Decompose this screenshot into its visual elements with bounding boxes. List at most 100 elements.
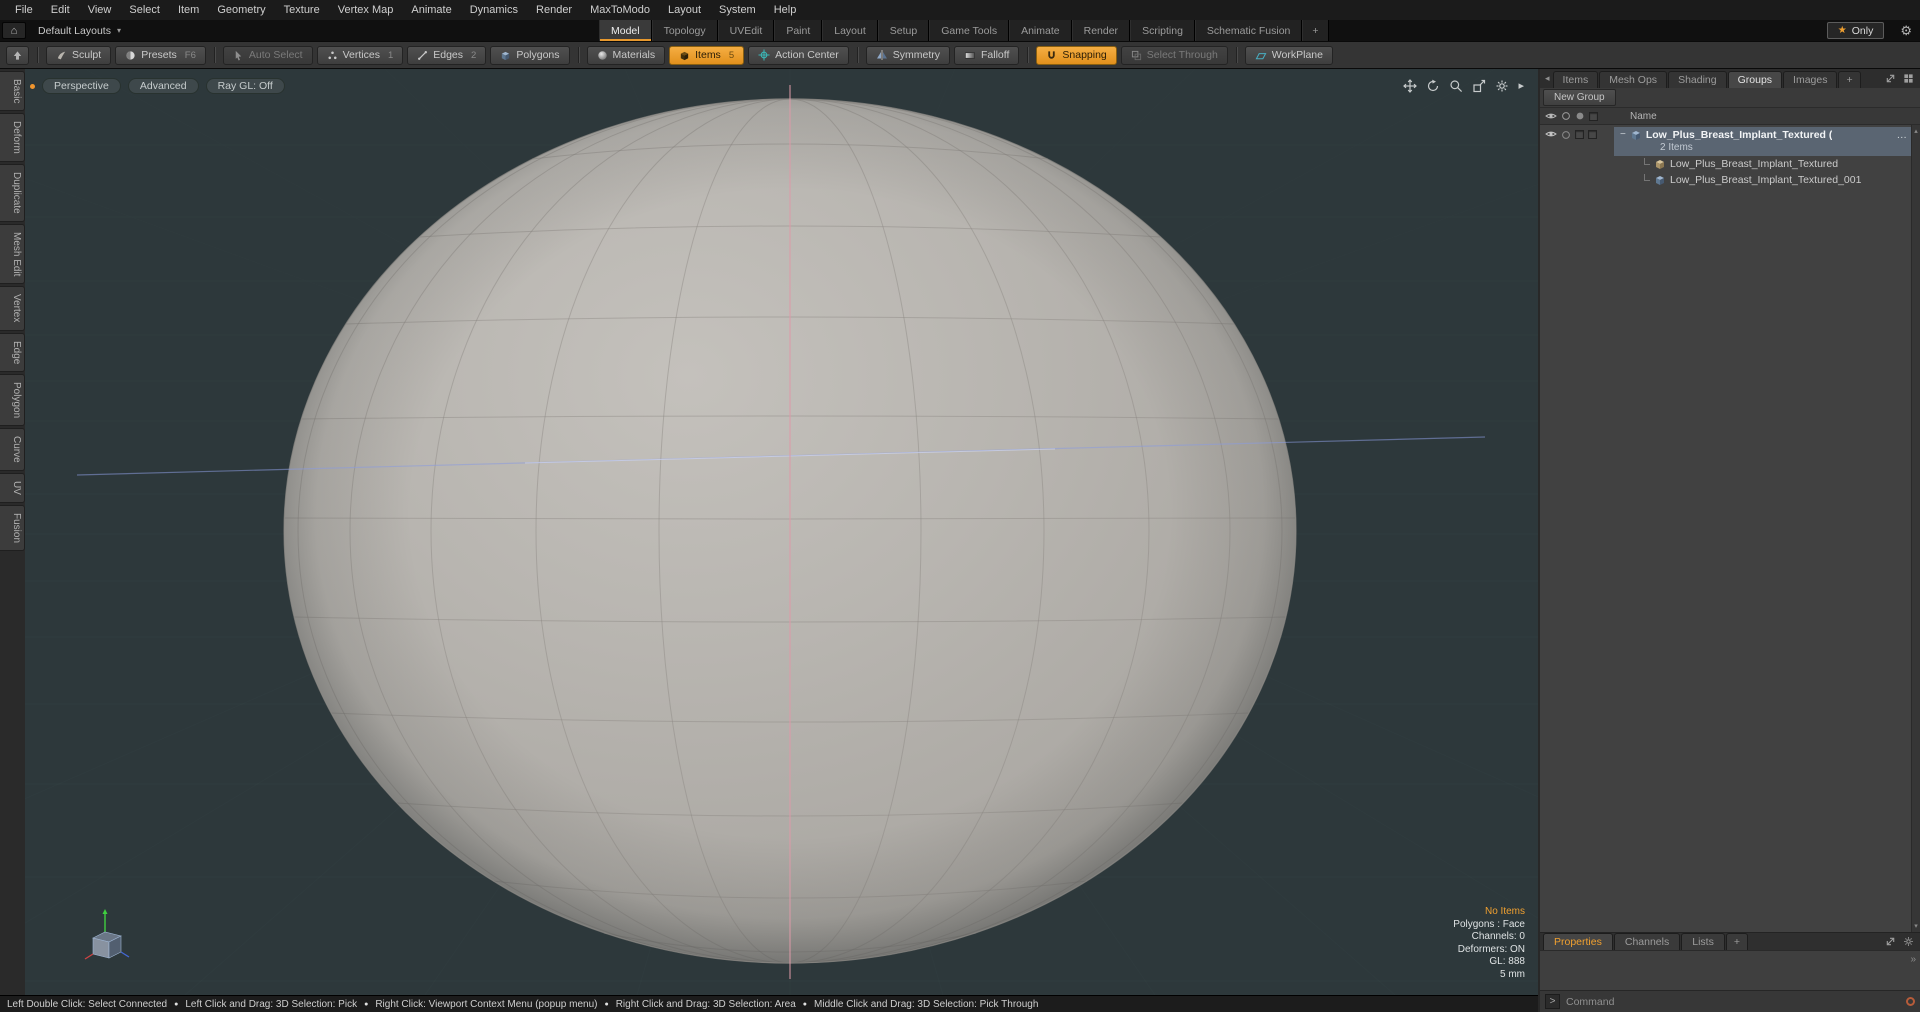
- layouts-dropdown[interactable]: Default Layouts ▾: [28, 20, 131, 41]
- tab-groups[interactable]: Groups: [1727, 71, 1783, 88]
- command-prompt-button[interactable]: >: [1545, 994, 1560, 1009]
- collapse-branch-icon[interactable]: −: [1620, 130, 1626, 140]
- lock-toggle-icon[interactable]: [1575, 111, 1585, 121]
- menu-system[interactable]: System: [710, 2, 765, 18]
- auto-select-button[interactable]: Auto Select: [222, 45, 313, 65]
- tool-tab-edge[interactable]: Edge: [0, 332, 25, 373]
- menu-texture[interactable]: Texture: [275, 2, 329, 18]
- render-toggle-icon[interactable]: [1561, 130, 1571, 140]
- toggle-checkbox[interactable]: [1588, 130, 1597, 139]
- palette-popup-button[interactable]: [6, 45, 29, 65]
- viewport-state-dot-icon[interactable]: [30, 83, 35, 89]
- tool-tab-curve[interactable]: Curve: [0, 428, 25, 471]
- tab-items[interactable]: Items: [1552, 71, 1599, 88]
- menu-maxtomodo[interactable]: MaxToModo: [581, 2, 659, 18]
- presets-button[interactable]: Presets F6: [115, 45, 206, 65]
- symmetry-button[interactable]: Symmetry: [865, 45, 950, 65]
- orbit-icon[interactable]: [1426, 79, 1440, 93]
- edges-mode-button[interactable]: Edges 2: [407, 45, 487, 65]
- vertices-mode-button[interactable]: Vertices 1: [316, 45, 404, 65]
- layout-tab-model[interactable]: Model: [598, 20, 652, 41]
- layout-tab-scripting[interactable]: Scripting: [1130, 20, 1195, 41]
- layout-tab-schematic-fusion[interactable]: Schematic Fusion: [1194, 20, 1303, 41]
- home-button[interactable]: ⌂: [2, 22, 26, 39]
- menu-render[interactable]: Render: [527, 2, 581, 18]
- layout-tab-add[interactable]: +: [1302, 20, 1329, 41]
- menu-edit[interactable]: Edit: [42, 2, 79, 18]
- menu-select[interactable]: Select: [120, 2, 169, 18]
- layout-tab-animate[interactable]: Animate: [1009, 20, 1072, 41]
- gear-icon[interactable]: [1495, 79, 1509, 93]
- eye-icon[interactable]: [1545, 112, 1557, 120]
- tree-scrollbar[interactable]: ▴ ▾: [1911, 125, 1920, 932]
- menu-dynamics[interactable]: Dynamics: [461, 2, 527, 18]
- snapping-button[interactable]: Snapping: [1036, 45, 1117, 65]
- materials-mode-button[interactable]: Materials: [586, 45, 666, 65]
- menu-help[interactable]: Help: [765, 2, 806, 18]
- falloff-button[interactable]: Falloff: [953, 45, 1020, 65]
- viewport-camera-button[interactable]: Perspective: [42, 78, 121, 94]
- action-center-button[interactable]: Action Center: [748, 45, 849, 65]
- layout-tab-layout[interactable]: Layout: [822, 20, 878, 41]
- tab-mesh-ops[interactable]: Mesh Ops: [1599, 71, 1668, 88]
- layout-tab-uvedit[interactable]: UVEdit: [717, 20, 775, 41]
- tab-add[interactable]: +: [1838, 71, 1861, 88]
- gear-icon[interactable]: ⚙: [1892, 20, 1920, 41]
- only-button[interactable]: ★ Only: [1826, 22, 1885, 39]
- expand-panel-icon[interactable]: [1885, 936, 1896, 947]
- viewport-raygl-button[interactable]: Ray GL: Off: [205, 78, 285, 94]
- tab-shading[interactable]: Shading: [1668, 71, 1727, 88]
- layout-tab-topology[interactable]: Topology: [651, 20, 718, 41]
- menu-file[interactable]: File: [6, 2, 42, 18]
- zoom-icon[interactable]: [1449, 79, 1463, 93]
- layout-tab-setup[interactable]: Setup: [877, 20, 930, 41]
- macro-record-icon[interactable]: [1906, 997, 1915, 1006]
- group-row-content[interactable]: − Low_Plus_Breast_Implant_Textured ( … 2…: [1614, 127, 1911, 156]
- menu-vertex-map[interactable]: Vertex Map: [329, 2, 403, 18]
- tab-channels[interactable]: Channels: [1613, 933, 1681, 950]
- tab-lists[interactable]: Lists: [1681, 933, 1725, 950]
- tool-tab-fusion[interactable]: Fusion: [0, 504, 25, 551]
- panel-overflow-icon[interactable]: »: [1910, 954, 1916, 965]
- viewport-canvas[interactable]: [25, 69, 1538, 995]
- viewport-3d[interactable]: Perspective Advanced Ray GL: Off ▸ No It…: [25, 69, 1538, 995]
- group-child-row[interactable]: Low_Plus_Breast_Implant_Textured: [1540, 156, 1920, 172]
- command-input[interactable]: Command: [1566, 996, 1900, 1008]
- pan-icon[interactable]: [1403, 79, 1418, 93]
- collapse-panel-icon[interactable]: ◂: [1542, 73, 1553, 84]
- tool-tab-polygon[interactable]: Polygon: [0, 374, 25, 427]
- menu-geometry[interactable]: Geometry: [208, 2, 274, 18]
- menu-layout[interactable]: Layout: [659, 2, 710, 18]
- gear-icon[interactable]: [1903, 936, 1914, 947]
- tool-tab-deform[interactable]: Deform: [0, 113, 25, 163]
- tool-tab-mesh-edit[interactable]: Mesh Edit: [0, 223, 25, 285]
- panel-arrow-icon[interactable]: ▸: [1518, 79, 1524, 93]
- maximize-icon[interactable]: [1472, 79, 1486, 93]
- tab-properties[interactable]: Properties: [1543, 933, 1613, 950]
- bottom-tab-add[interactable]: +: [1725, 933, 1748, 950]
- scroll-down-icon[interactable]: ▾: [1914, 922, 1918, 930]
- toggle-checkbox[interactable]: [1575, 130, 1584, 139]
- tool-tab-basic[interactable]: Basic: [0, 71, 25, 112]
- menu-item[interactable]: Item: [169, 2, 208, 18]
- tool-tab-vertex[interactable]: Vertex: [0, 286, 25, 331]
- layout-tab-paint[interactable]: Paint: [774, 20, 823, 41]
- tool-tab-uv[interactable]: UV: [0, 472, 25, 503]
- group-row[interactable]: − Low_Plus_Breast_Implant_Textured ( … 2…: [1540, 127, 1920, 156]
- scroll-up-icon[interactable]: ▴: [1914, 127, 1918, 135]
- select-through-button[interactable]: Select Through: [1120, 45, 1228, 65]
- sculpt-button[interactable]: Sculpt: [46, 45, 112, 65]
- viewport-shading-button[interactable]: Advanced: [127, 78, 199, 94]
- expand-panel-icon[interactable]: [1885, 73, 1896, 84]
- thumbnails-icon[interactable]: [1903, 73, 1914, 84]
- tab-images[interactable]: Images: [1783, 71, 1838, 88]
- render-toggle-icon[interactable]: [1561, 111, 1571, 121]
- group-child-row[interactable]: Low_Plus_Breast_Implant_Textured_001: [1540, 172, 1920, 188]
- workplane-button[interactable]: WorkPlane: [1244, 45, 1333, 65]
- menu-animate[interactable]: Animate: [402, 2, 460, 18]
- new-group-button[interactable]: New Group: [1543, 89, 1616, 106]
- filter-checkbox[interactable]: [1589, 111, 1598, 121]
- polygons-mode-button[interactable]: Polygons: [490, 45, 570, 65]
- items-mode-button[interactable]: Items 5: [669, 45, 745, 65]
- layout-tab-game-tools[interactable]: Game Tools: [929, 20, 1010, 41]
